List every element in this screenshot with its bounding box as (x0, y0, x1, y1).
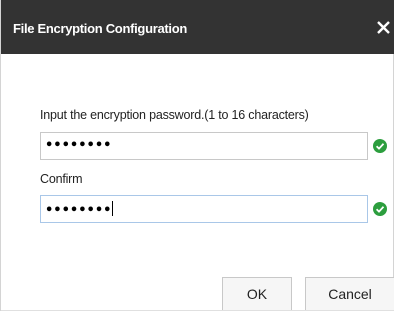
text-caret (112, 201, 114, 216)
close-button[interactable] (374, 18, 394, 38)
dialog-titlebar: File Encryption Configuration (1, 0, 394, 54)
ok-button[interactable]: OK (222, 277, 292, 311)
close-icon (377, 21, 390, 34)
password-value: •••••••• (45, 138, 112, 153)
confirm-value: •••••••• (45, 201, 114, 218)
file-encryption-dialog: File Encryption Configuration Input the … (0, 0, 394, 311)
password-input[interactable]: •••••••• (40, 132, 368, 160)
cancel-button[interactable]: Cancel (305, 277, 394, 311)
password-label: Input the encryption password.(1 to 16 c… (40, 108, 309, 122)
check-circle-icon (373, 139, 387, 153)
confirm-label: Confirm (40, 172, 83, 186)
dialog-title: File Encryption Configuration (13, 21, 188, 36)
check-circle-icon (373, 202, 387, 216)
confirm-input[interactable]: •••••••• (40, 195, 368, 223)
